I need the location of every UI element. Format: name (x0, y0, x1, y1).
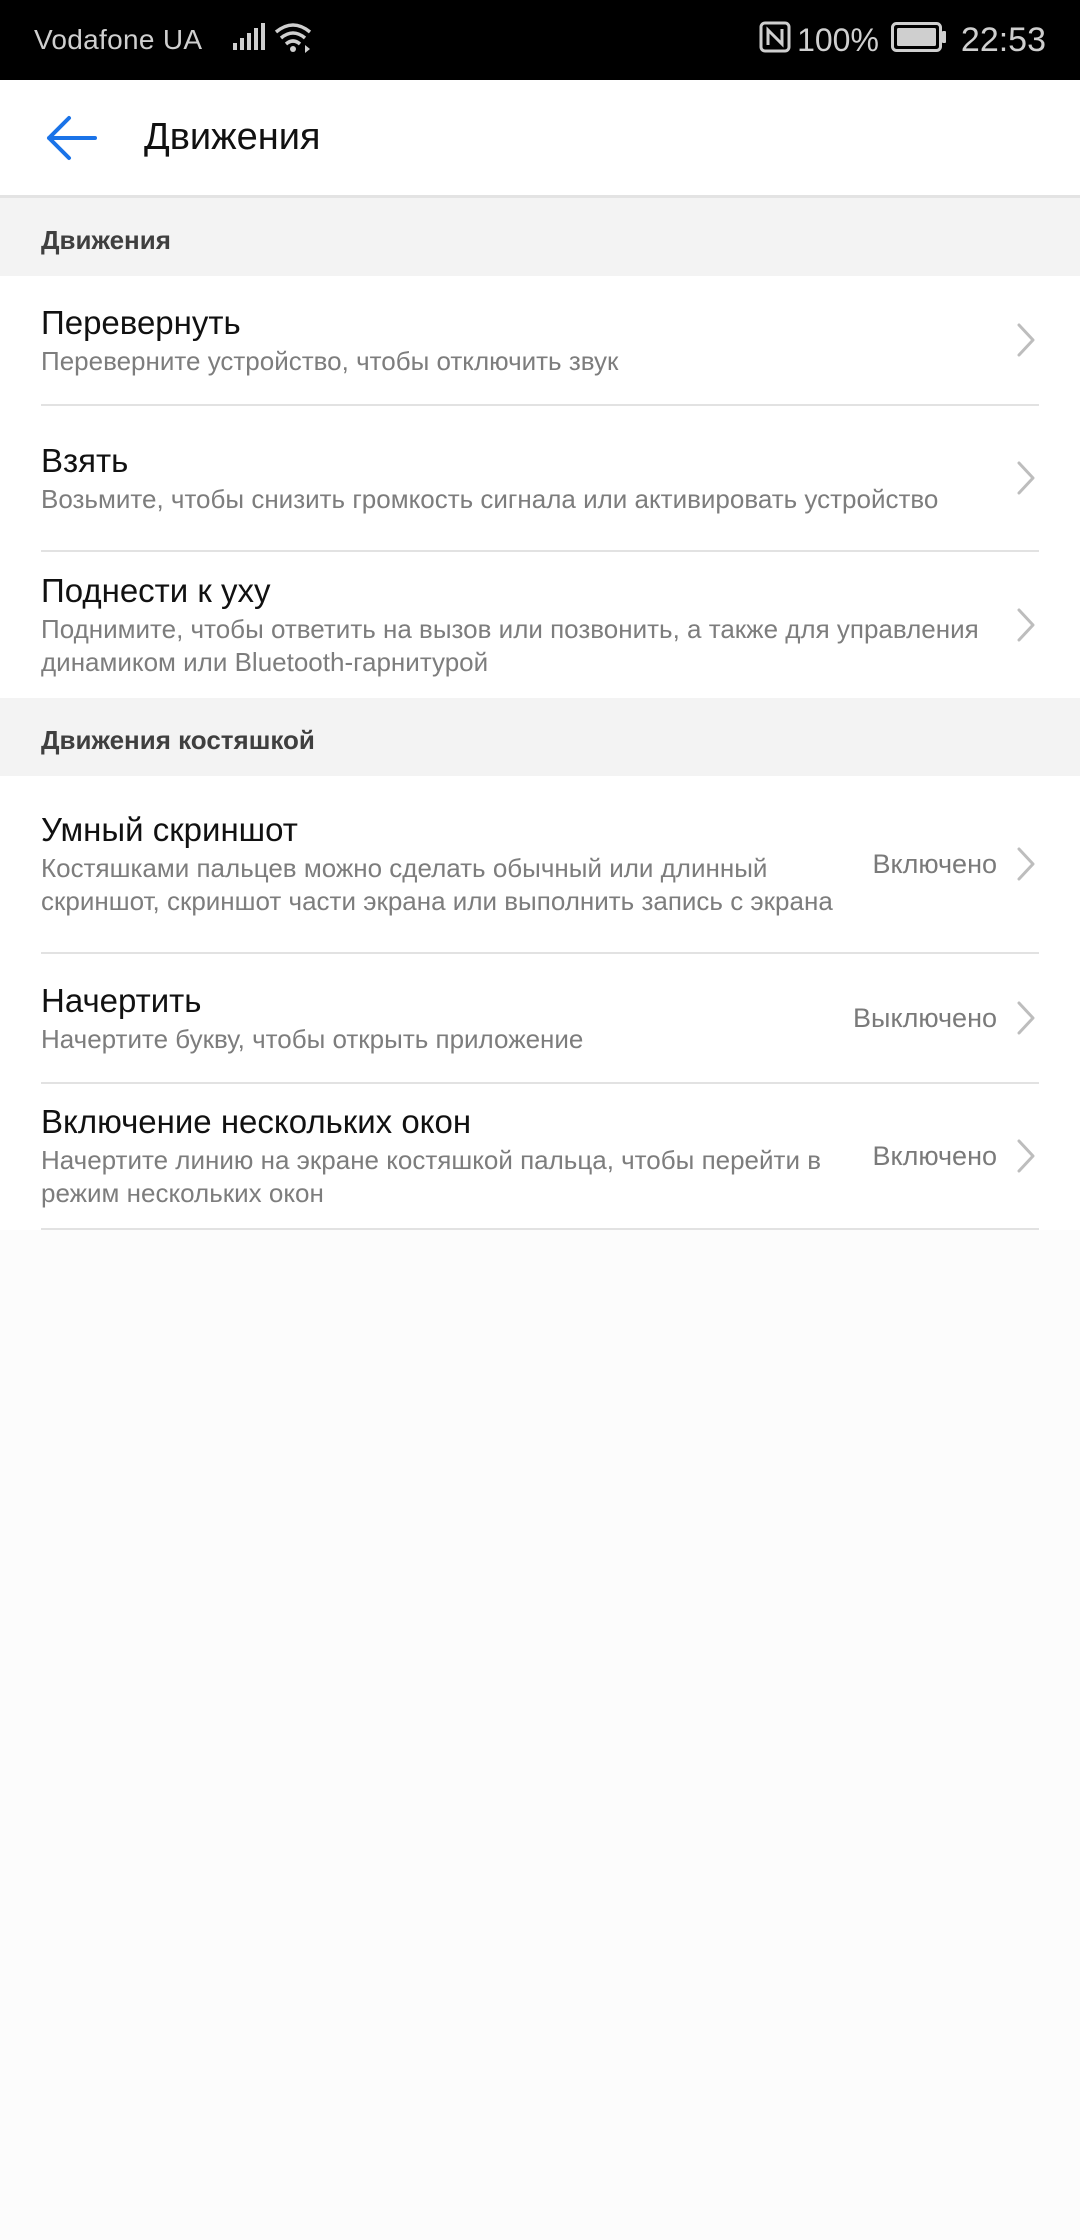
chevron-right-icon (1011, 317, 1041, 363)
status-value: Включено (872, 848, 997, 879)
list-item-draw[interactable]: Начертить Начертите букву, чтобы открыть… (0, 954, 1080, 1084)
status-value: Выключено (853, 1002, 997, 1033)
signal-icon (232, 22, 266, 58)
item-title: Взять (41, 441, 129, 479)
list-item-pick-up[interactable]: Взять Возьмите, чтобы снизить громкость … (0, 406, 1080, 552)
status-left: Vodafone UA (34, 21, 314, 60)
chevron-right-icon (1011, 995, 1041, 1041)
status-bar: Vodafone UA 100% 22:53 (0, 0, 1080, 80)
battery-icon (890, 21, 947, 59)
item-description: Начертите букву, чтобы открыть приложени… (41, 1023, 584, 1054)
chevron-right-icon (1011, 455, 1041, 501)
item-title: Умный скриншот (41, 811, 298, 848)
wifi-icon (274, 21, 314, 60)
item-description: Костяшками пальцев можно сделать обычный… (41, 853, 833, 916)
list-item-smart-screenshot[interactable]: Умный скриншот Костяшками пальцев можно … (0, 776, 1080, 954)
item-description: Поднимите, чтобы ответить на вызов или п… (41, 614, 979, 677)
knuckle-gestures-list: Умный скриншот Костяшками пальцев можно … (0, 776, 1080, 1230)
status-value: Включено (872, 1140, 997, 1171)
chevron-right-icon (1011, 1133, 1041, 1179)
nfc-icon (759, 21, 791, 60)
list-item-flip[interactable]: Перевернуть Переверните устройство, чтоб… (0, 276, 1080, 406)
motions-list: Перевернуть Переверните устройство, чтоб… (0, 276, 1080, 698)
item-title: Перевернуть (41, 303, 241, 341)
page-title: Движения (144, 116, 321, 158)
back-button[interactable] (36, 103, 106, 173)
chevron-right-icon (1011, 841, 1041, 887)
settings-content: Движения Перевернуть Переверните устройс… (0, 198, 1080, 1230)
clock: 22:53 (960, 20, 1046, 59)
section-header-knuckle-gestures: Движения костяшкой (0, 698, 1080, 776)
carrier-name: Vodafone UA (34, 24, 203, 55)
status-right: 100% 22:53 (759, 21, 1046, 60)
item-title: Включение нескольких окон (41, 1103, 472, 1140)
chevron-right-icon (1011, 602, 1041, 648)
item-title: Поднести к уху (41, 572, 271, 609)
list-item-multi-window[interactable]: Включение нескольких окон Начертите лини… (0, 1084, 1080, 1230)
item-description: Переверните устройство, чтобы отключить … (41, 345, 619, 376)
list-item-raise-to-ear[interactable]: Поднести к уху Поднимите, чтобы ответить… (0, 552, 1080, 698)
app-bar: Движения (0, 80, 1080, 198)
battery-percentage: 100% (797, 21, 879, 58)
item-description: Возьмите, чтобы снизить громкость сигнал… (41, 483, 939, 514)
section-header-motions: Движения (0, 198, 1080, 276)
item-title: Начертить (41, 981, 202, 1019)
arrow-left-icon (47, 115, 97, 160)
item-description: Начертите линию на экране костяшкой паль… (41, 1145, 822, 1208)
